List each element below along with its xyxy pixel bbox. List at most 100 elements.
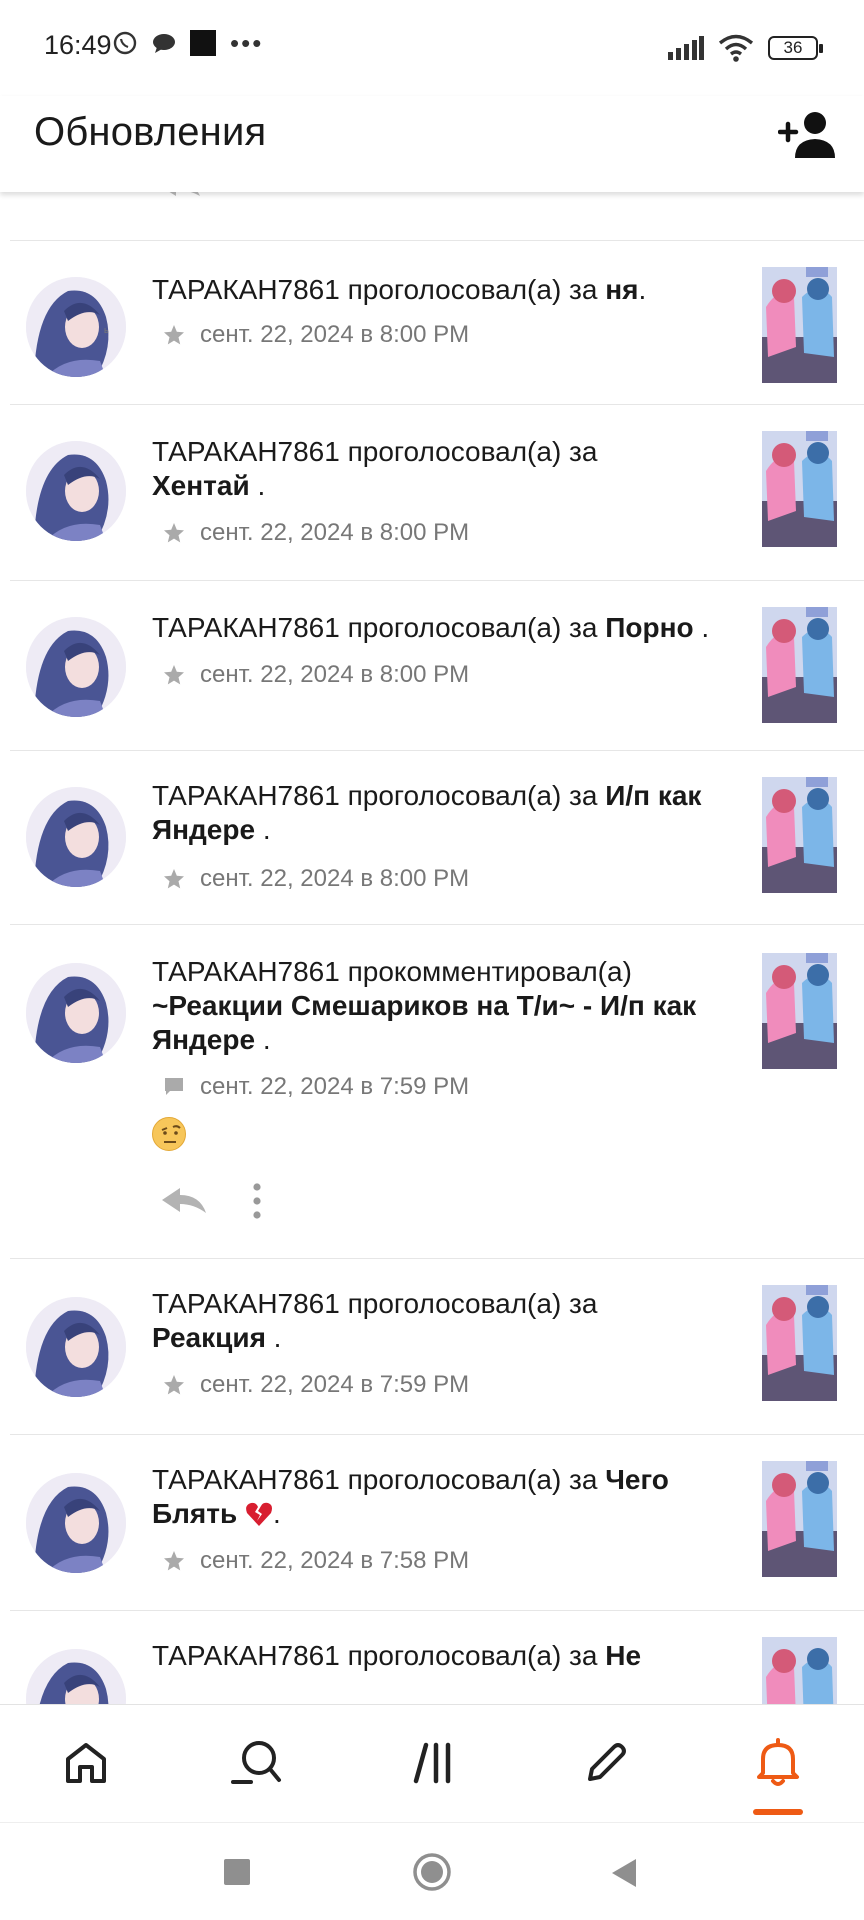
avatar[interactable] xyxy=(26,963,126,1063)
avatar-image xyxy=(26,1297,126,1397)
nav-search[interactable] xyxy=(226,1733,286,1793)
activity-text: ТАРАКАН7861 проголосовал(а) за Порно . xyxy=(152,611,752,645)
activity-meta: сент. 22, 2024 в 8:00 PM xyxy=(162,321,469,349)
star-icon xyxy=(164,523,184,543)
status-system-icons: 36 xyxy=(668,34,823,62)
username-link[interactable]: ТАРАКАН7861 xyxy=(152,1464,340,1495)
more-options-icon[interactable] xyxy=(252,1183,262,1219)
list-item[interactable]: ТАРАКАН7861 проголосовал(а) за Порно . с… xyxy=(10,580,864,750)
home-circle-icon[interactable] xyxy=(412,1852,452,1892)
username-link[interactable]: ТАРАКАН7861 xyxy=(152,780,340,811)
battery-indicator: 36 xyxy=(768,36,823,60)
activity-suffix: . xyxy=(255,1024,271,1055)
avatar[interactable] xyxy=(26,787,126,887)
username-link[interactable]: ТАРАКАН7861 xyxy=(152,436,340,467)
nav-write[interactable] xyxy=(576,1733,636,1793)
person-add-icon[interactable] xyxy=(778,110,838,160)
notifications-icon xyxy=(757,1738,799,1786)
status-bar: 16:49 ••• 36 xyxy=(0,0,864,96)
story-thumbnail[interactable] xyxy=(762,777,837,893)
reply-icon[interactable] xyxy=(160,1185,208,1217)
username-link[interactable]: ТАРАКАН7861 xyxy=(152,956,340,987)
activity-text: ТАРАКАН7861 проголосовал(а) за Реакция . xyxy=(152,1287,752,1355)
story-thumbnail[interactable] xyxy=(762,1285,837,1401)
activity-date: сент. 22, 2024 в 7:59 PM xyxy=(200,1073,470,1100)
story-cover-image xyxy=(762,1637,837,1704)
list-item[interactable]: ТАРАКАН7861 прокомментировал(а) ~Реакции… xyxy=(10,924,864,1258)
comment-icon xyxy=(165,1078,183,1095)
poll-option-link[interactable]: Хентай xyxy=(152,470,250,501)
avatar[interactable] xyxy=(26,617,126,717)
list-item[interactable]: ТАРАКАН7861 проголосовал(а) за Хентай . … xyxy=(10,404,864,580)
activity-meta: сент. 22, 2024 в 8:00 PM xyxy=(162,865,469,893)
broken-heart-emoji xyxy=(246,1502,272,1526)
activity-text: ТАРАКАН7861 проголосовал(а) за ня. xyxy=(152,273,752,307)
updates-feed: ь ТАРАКАН7861 проголосовал(а) за ня. сен… xyxy=(0,192,864,1704)
avatar[interactable] xyxy=(26,1649,126,1704)
story-thumbnail[interactable] xyxy=(762,1637,837,1704)
avatar-image xyxy=(26,441,126,541)
more-notifications-icon: ••• xyxy=(230,28,264,58)
activity-verb: проголосовал(а) за xyxy=(347,1464,598,1495)
username-link[interactable]: ТАРАКАН7861 xyxy=(152,612,340,643)
avatar[interactable] xyxy=(26,1297,126,1397)
status-time: 16:49 xyxy=(44,30,112,60)
story-thumbnail[interactable] xyxy=(762,1461,837,1577)
story-cover-image xyxy=(762,267,837,383)
bottom-navigation xyxy=(0,1704,864,1822)
activity-date: сент. 22, 2024 в 8:00 PM xyxy=(200,865,470,892)
story-thumbnail[interactable] xyxy=(762,607,837,723)
list-item[interactable]: ТАРАКАН7861 проголосовал(а) за Не xyxy=(10,1610,864,1704)
app-bar: Обновления xyxy=(0,96,864,192)
activity-suffix: . xyxy=(249,470,266,501)
svg-text:ь: ь xyxy=(104,325,109,335)
activity-suffix: . xyxy=(638,274,647,305)
star-icon xyxy=(164,665,184,685)
avatar[interactable]: ь xyxy=(26,277,126,377)
nav-library[interactable] xyxy=(404,1733,464,1793)
activity-date: сент. 22, 2024 в 7:59 PM xyxy=(200,1371,470,1398)
activity-meta: сент. 22, 2024 в 7:58 PM xyxy=(162,1547,469,1575)
reply-icon[interactable] xyxy=(158,192,202,202)
recents-icon[interactable] xyxy=(223,1858,251,1886)
username-link[interactable]: ТАРАКАН7861 xyxy=(152,274,340,305)
poll-option-link[interactable]: Порно xyxy=(605,612,693,643)
star-icon xyxy=(164,1375,184,1395)
story-part-link[interactable]: ~Реакции Смешариков на Т/и~ - И/п как Ян… xyxy=(152,990,696,1055)
story-cover-image xyxy=(762,431,837,547)
avatar[interactable] xyxy=(26,441,126,541)
avatar[interactable] xyxy=(26,1473,126,1573)
activity-text: ТАРАКАН7861 проголосовал(а) за Не xyxy=(152,1639,752,1673)
poll-option-link[interactable]: Не xyxy=(605,1640,641,1671)
activity-date: сент. 22, 2024 в 8:00 PM xyxy=(200,519,470,546)
story-thumbnail[interactable] xyxy=(762,267,837,383)
nav-home[interactable] xyxy=(56,1733,116,1793)
avatar-image: ь xyxy=(26,277,126,377)
activity-verb: проголосовал(а) за xyxy=(347,612,598,643)
story-thumbnail[interactable] xyxy=(762,953,837,1069)
nav-notifications[interactable] xyxy=(748,1733,808,1793)
back-icon[interactable] xyxy=(610,1857,638,1889)
activity-meta: сент. 22, 2024 в 8:00 PM xyxy=(162,661,469,689)
poll-option-link[interactable]: Реакция xyxy=(152,1322,266,1353)
activity-date: сент. 22, 2024 в 8:00 PM xyxy=(200,661,470,688)
raised-eyebrow-emoji xyxy=(152,1117,186,1151)
list-item[interactable]: ь ТАРАКАН7861 проголосовал(а) за ня. сен… xyxy=(10,240,864,404)
avatar-image xyxy=(26,1649,126,1704)
activity-text: ТАРАКАН7861 прокомментировал(а) ~Реакции… xyxy=(152,955,752,1057)
poll-option-link[interactable]: ня xyxy=(605,274,638,305)
list-item[interactable]: ТАРАКАН7861 проголосовал(а) за И/п как Я… xyxy=(10,750,864,924)
library-icon xyxy=(413,1742,451,1784)
signal-icon xyxy=(668,36,704,60)
chat-bubble-icon xyxy=(153,34,175,53)
username-link[interactable]: ТАРАКАН7861 xyxy=(152,1640,340,1671)
username-link[interactable]: ТАРАКАН7861 xyxy=(152,1288,340,1319)
avatar-image xyxy=(26,1473,126,1573)
activity-verb: проголосовал(а) за xyxy=(347,1640,598,1671)
emoji-face-features xyxy=(161,1125,181,1143)
story-thumbnail[interactable] xyxy=(762,431,837,547)
story-cover-image xyxy=(762,607,837,723)
activity-text: ТАРАКАН7861 проголосовал(а) за И/п как Я… xyxy=(152,779,752,847)
list-item[interactable]: ТАРАКАН7861 проголосовал(а) за Реакция .… xyxy=(10,1258,864,1434)
list-item[interactable]: ТАРАКАН7861 проголосовал(а) за Чего Блят… xyxy=(10,1434,864,1610)
